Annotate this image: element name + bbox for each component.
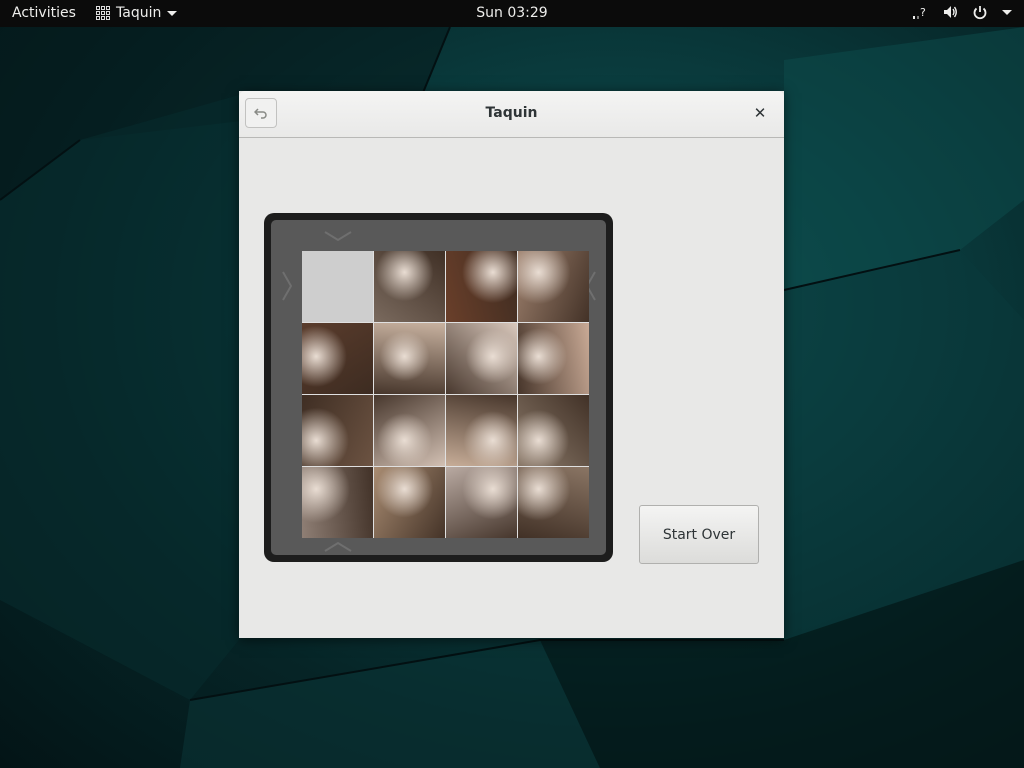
puzzle-tile[interactable] <box>446 467 517 538</box>
puzzle-tile[interactable] <box>374 395 445 466</box>
empty-tile <box>302 251 373 322</box>
puzzle-tile[interactable] <box>518 251 589 322</box>
close-button[interactable]: ✕ <box>750 103 770 123</box>
svg-text:?: ? <box>920 6 926 19</box>
tile-grid <box>302 251 589 538</box>
puzzle-tile[interactable] <box>374 467 445 538</box>
chevron-down-icon[interactable] <box>324 230 352 242</box>
puzzle-tile[interactable] <box>302 467 373 538</box>
puzzle-tile[interactable] <box>518 323 589 394</box>
puzzle-tile[interactable] <box>446 395 517 466</box>
volume-icon <box>942 4 958 20</box>
close-icon: ✕ <box>753 104 767 122</box>
taquin-window: Taquin ✕ Start Over <box>239 91 784 638</box>
network-unknown-icon: ? <box>912 4 928 20</box>
chevron-right-icon[interactable] <box>281 271 293 301</box>
board-inner <box>271 220 606 555</box>
window-title: Taquin <box>485 105 538 121</box>
system-status-menu[interactable]: ? <box>912 4 1012 20</box>
start-over-button[interactable]: Start Over <box>639 505 759 564</box>
puzzle-tile[interactable] <box>446 323 517 394</box>
chevron-up-icon[interactable] <box>324 541 352 553</box>
puzzle-tile[interactable] <box>518 395 589 466</box>
header-bar: Taquin ✕ <box>239 91 784 138</box>
puzzle-tile[interactable] <box>302 395 373 466</box>
puzzle-tile[interactable] <box>374 323 445 394</box>
top-bar: Activities Taquin Sun 03:29 ? <box>0 0 1024 27</box>
puzzle-tile[interactable] <box>446 251 517 322</box>
puzzle-tile[interactable] <box>374 251 445 322</box>
puzzle-board <box>264 213 613 562</box>
puzzle-tile[interactable] <box>302 323 373 394</box>
power-icon <box>972 4 988 20</box>
chevron-down-icon <box>1002 9 1012 15</box>
clock[interactable]: Sun 03:29 <box>0 5 1024 21</box>
puzzle-tile[interactable] <box>518 467 589 538</box>
